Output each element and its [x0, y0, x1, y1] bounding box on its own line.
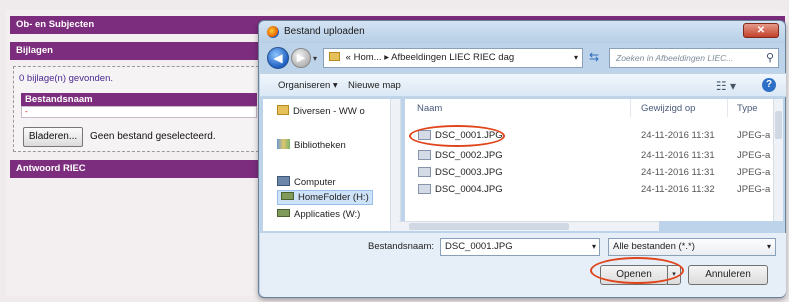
nav-item-label: Diversen - WW o [293, 106, 365, 117]
folder-icon [329, 52, 340, 61]
dialog-footer: Bestandsnaam: DSC_0001.JPG ▾ Alle bestan… [260, 233, 786, 297]
nav-item-homefolder[interactable]: HomeFolder (H:) [277, 190, 373, 205]
filename-dropdown-icon[interactable]: ▾ [592, 242, 596, 251]
column-header-name[interactable]: Naam [417, 103, 442, 114]
address-overflow[interactable]: « [346, 52, 351, 63]
file-date: 24-11-2016 11:31 [641, 150, 715, 161]
filename-label: Bestandsnaam: [368, 241, 435, 252]
recent-locations-chevron-icon[interactable]: ▾ [313, 54, 317, 63]
no-file-selected-text: Geen bestand geselecteerd. [90, 131, 216, 142]
nav-item-computer[interactable]: Computer [277, 176, 336, 188]
file-list-scrollbar[interactable] [773, 99, 783, 221]
file-type: JPEG-a [737, 184, 771, 195]
close-button[interactable]: ✕ [743, 23, 779, 38]
computer-icon [277, 176, 290, 186]
navigation-row: ◀ ▶ ▾ « Hom... ▸ Afbeeldingen LIEC RIEC … [263, 45, 781, 71]
file-name: DSC_0004.JPG [435, 184, 503, 195]
address-dropdown-icon[interactable]: ▾ [574, 49, 578, 67]
breadcrumb-separator-icon[interactable]: ▸ [384, 52, 389, 63]
image-file-icon [418, 130, 431, 140]
cancel-button[interactable]: Annuleren [688, 265, 768, 285]
nav-item-applicaties[interactable]: Applicaties (W:) [277, 209, 360, 220]
file-date: 24-11-2016 11:31 [641, 130, 715, 141]
file-name: DSC_0003.JPG [435, 167, 503, 178]
view-options-icon[interactable]: ☷ ▾ [716, 79, 736, 93]
nav-item-label: HomeFolder (H:) [298, 192, 369, 203]
scrollbar-thumb[interactable] [409, 223, 569, 230]
breadcrumb-home[interactable]: Hom... [354, 52, 382, 63]
image-file-icon [418, 150, 431, 160]
bestand-row: - [21, 106, 257, 118]
new-folder-button[interactable]: Nieuwe map [348, 80, 401, 91]
command-toolbar: Organiseren ▾ Nieuwe map ☷ ▾ ? [260, 73, 786, 97]
nav-item-label: Bibliotheken [294, 140, 346, 151]
file-row[interactable]: DSC_0001.JPG 24-11-2016 11:31 JPEG-a [413, 129, 773, 143]
browse-button[interactable]: Bladeren... [23, 127, 83, 147]
column-header-type[interactable]: Type [737, 103, 758, 114]
column-header-date[interactable]: Gewijzigd op [641, 103, 695, 114]
file-row[interactable]: DSC_0003.JPG 24-11-2016 11:31 JPEG-a [413, 166, 773, 180]
help-icon[interactable]: ? [762, 78, 776, 92]
search-input[interactable]: Zoeken in Afbeeldingen LIEC... ⚲ [609, 48, 779, 68]
file-row[interactable]: DSC_0002.JPG 24-11-2016 11:31 JPEG-a [413, 149, 773, 163]
bijlagen-header[interactable]: Bijlagen [10, 42, 260, 60]
file-date: 24-11-2016 11:31 [641, 167, 715, 178]
horizontal-scrollbar[interactable] [399, 221, 659, 231]
file-name: DSC_0002.JPG [435, 150, 503, 161]
nav-pane-scrollbar[interactable] [390, 99, 400, 231]
bijlagen-panel: 0 bijlage(n) gevonden. Bestandsnaam - Bl… [13, 66, 259, 152]
file-upload-dialog: Bestand uploaden ✕ ◀ ▶ ▾ « Hom... ▸ Afbe… [258, 20, 786, 298]
drive-icon [277, 209, 290, 217]
open-button[interactable]: Openen [600, 265, 668, 285]
firefox-icon [267, 26, 279, 38]
found-count-text: 0 bijlage(n) gevonden. [19, 73, 114, 84]
column-separator[interactable] [630, 99, 631, 117]
dialog-titlebar[interactable]: Bestand uploaden ✕ [259, 21, 785, 43]
search-icon[interactable]: ⚲ [766, 49, 774, 67]
file-type: JPEG-a [737, 130, 771, 141]
search-placeholder: Zoeken in Afbeeldingen LIEC... [616, 53, 734, 63]
ob-subjecten-header[interactable]: Ob- en Subjecten [10, 16, 260, 34]
file-type: JPEG-a [737, 167, 771, 178]
file-date: 24-11-2016 11:32 [641, 184, 715, 195]
refresh-icon[interactable]: ⇆ [589, 50, 599, 64]
back-arrow-icon[interactable]: ◀ [267, 47, 289, 69]
forward-arrow-icon[interactable]: ▶ [291, 48, 311, 68]
file-type-filter[interactable]: Alle bestanden (*.*) ▾ [608, 238, 776, 256]
nav-item-label: Applicaties (W:) [294, 209, 361, 220]
file-row[interactable]: DSC_0004.JPG 24-11-2016 11:32 JPEG-a [413, 183, 773, 197]
drive-icon [281, 192, 294, 200]
bestandsnaam-column-header: Bestandsnaam [21, 93, 257, 106]
navigation-pane: Diversen - WW o Bibliotheken Computer Ho… [263, 99, 401, 231]
file-type-filter-value: Alle bestanden (*.*) [613, 241, 695, 252]
nav-item-label: Computer [294, 177, 336, 188]
nav-item-diversen[interactable]: Diversen - WW o [277, 105, 365, 117]
organize-menu[interactable]: Organiseren ▾ [278, 80, 338, 91]
filename-input[interactable]: DSC_0001.JPG [440, 238, 600, 256]
folder-icon [277, 105, 289, 115]
file-name: DSC_0001.JPG [435, 130, 503, 141]
file-type: JPEG-a [737, 150, 771, 161]
dialog-title: Bestand uploaden [284, 26, 365, 37]
scrollbar-thumb[interactable] [775, 111, 782, 139]
image-file-icon [418, 184, 431, 194]
image-file-icon [418, 167, 431, 177]
open-options-dropdown-icon[interactable]: ▾ [667, 265, 681, 285]
column-separator[interactable] [727, 99, 728, 117]
breadcrumb-current-folder[interactable]: Afbeeldingen LIEC RIEC dag [391, 52, 514, 63]
nav-item-bibliotheken[interactable]: Bibliotheken [277, 139, 346, 151]
chevron-down-icon[interactable]: ▾ [767, 239, 771, 255]
library-icon [277, 139, 290, 149]
file-list: Naam Gewijzigd op Type DSC_0001.JPG 24-1… [405, 99, 783, 221]
address-bar[interactable]: « Hom... ▸ Afbeeldingen LIEC RIEC dag ▾ [323, 48, 583, 68]
